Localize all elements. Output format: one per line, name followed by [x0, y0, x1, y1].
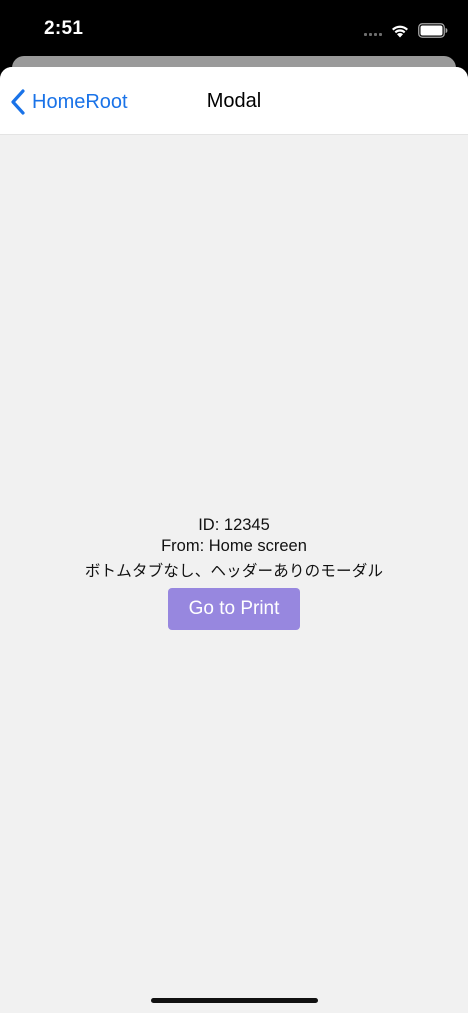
navigation-header: HomeRoot Modal: [0, 67, 468, 135]
status-time: 2:51: [44, 18, 84, 39]
from-text: From: Home screen: [161, 537, 307, 555]
id-text: ID: 12345: [198, 516, 270, 534]
description-text: ボトムタブなし、ヘッダーありのモーダル: [84, 563, 384, 580]
status-bar: 2:51: [0, 0, 468, 58]
go-to-print-button[interactable]: Go to Print: [168, 588, 300, 630]
modal-sheet: HomeRoot Modal ID: 12345 From: Home scre…: [0, 67, 468, 1013]
page-title: Modal: [206, 90, 262, 112]
cellular-signal-icon: [364, 24, 382, 36]
status-icons: [364, 20, 448, 40]
home-indicator[interactable]: [151, 998, 318, 1003]
phone-screen: 2:51 HomeRoot Modal ID: 12345 From: Home…: [0, 0, 468, 1013]
battery-icon: [418, 22, 448, 38]
modal-content: ID: 12345 From: Home screen ボトムタブなし、ヘッダー…: [0, 515, 468, 630]
wifi-icon: [392, 25, 408, 38]
